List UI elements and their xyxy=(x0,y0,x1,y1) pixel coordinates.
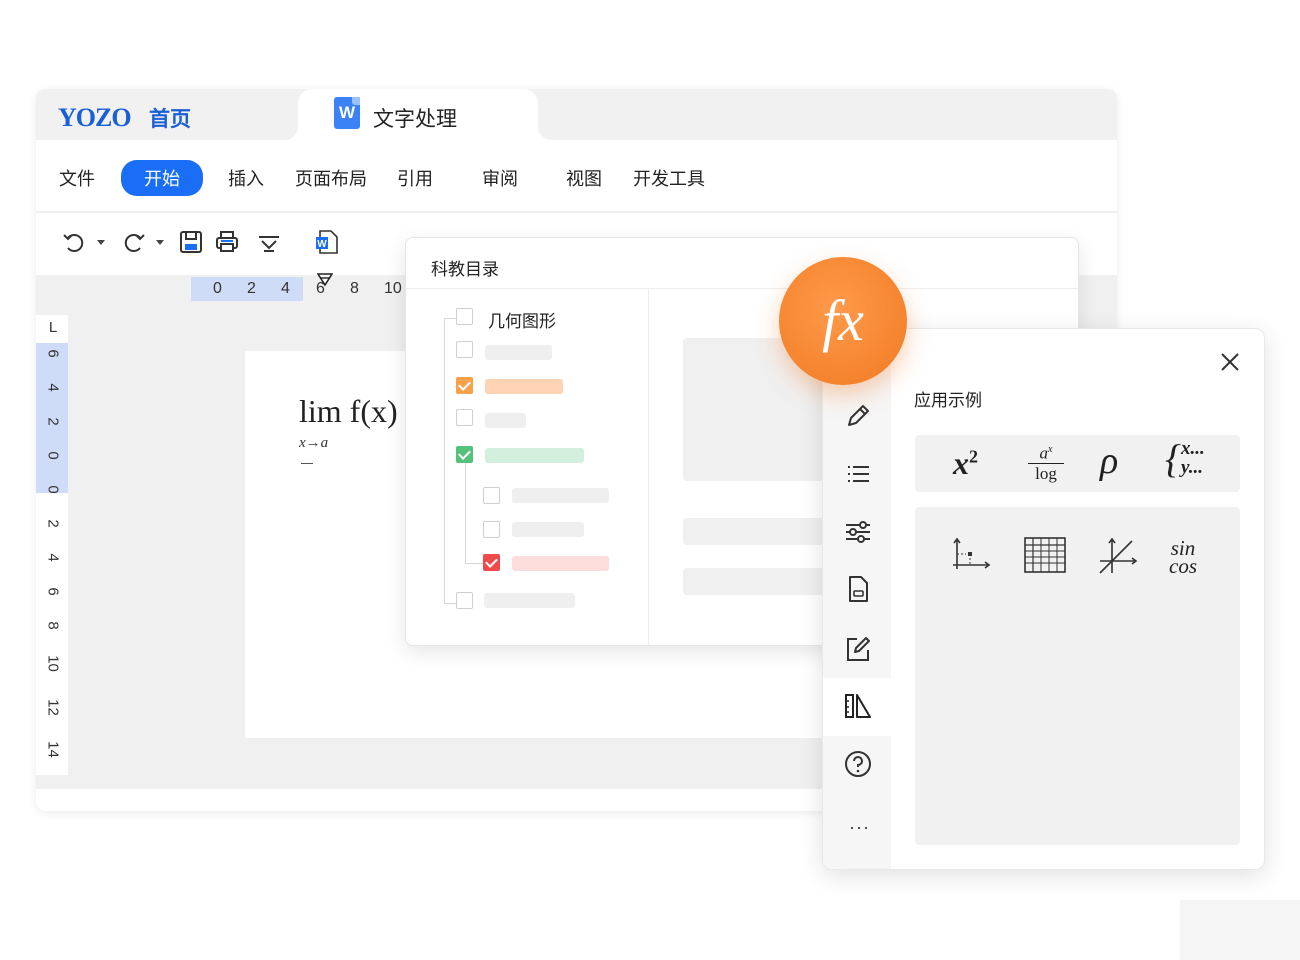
superscript-symbol[interactable]: x2 xyxy=(953,445,978,482)
redo-icon[interactable] xyxy=(121,229,147,255)
save-icon[interactable] xyxy=(178,229,204,255)
close-icon[interactable] xyxy=(1216,348,1244,376)
ruler-tick: 4 xyxy=(44,383,62,392)
menu-bar: 文件 开始 插入 页面布局 引用 审阅 视图 开发工具 xyxy=(36,140,1117,212)
menu-review[interactable]: 审阅 xyxy=(482,165,518,191)
trig-functions-symbol[interactable]: sin cos xyxy=(1169,538,1197,578)
ruler-tick: 2 xyxy=(44,417,62,426)
print-icon[interactable] xyxy=(214,229,240,255)
svg-text:W: W xyxy=(317,239,327,250)
divider xyxy=(406,288,1078,289)
tree-item-placeholder[interactable] xyxy=(485,345,552,360)
formula-sidebar: ··· xyxy=(823,329,891,869)
ruler-tick: 6 xyxy=(44,349,62,358)
ruler-tick: 10 xyxy=(384,280,402,297)
undo-dropdown-icon[interactable] xyxy=(97,240,105,245)
tree-line xyxy=(444,318,445,603)
exponent-log-symbol[interactable]: ax log xyxy=(1028,441,1064,484)
ruler-tick: 14 xyxy=(44,741,62,758)
tree-item-placeholder[interactable] xyxy=(512,488,609,503)
tree-line xyxy=(444,603,456,604)
ruler-tick: 4 xyxy=(44,553,62,562)
menu-view[interactable]: 视图 xyxy=(566,165,602,191)
axis-angle-icon[interactable] xyxy=(1098,535,1138,575)
undo-icon[interactable] xyxy=(61,229,87,255)
format-icon[interactable] xyxy=(256,229,282,255)
word-doc-icon[interactable]: W xyxy=(314,229,340,255)
redo-dropdown-icon[interactable] xyxy=(156,240,164,245)
tree-checkbox[interactable] xyxy=(483,487,500,504)
menu-references[interactable]: 引用 xyxy=(397,165,433,191)
brace-system-symbol[interactable]: { x... y... xyxy=(1165,439,1205,479)
tree-checkbox[interactable] xyxy=(483,521,500,538)
tree-item-placeholder[interactable] xyxy=(484,593,575,608)
ruler-tick: 6 xyxy=(44,587,62,596)
tab-label: 文字处理 xyxy=(373,108,457,131)
symbol-grid: sin cos xyxy=(915,507,1240,845)
tree-item-placeholder[interactable] xyxy=(512,556,609,571)
tree-item-geometry[interactable]: 几何图形 xyxy=(488,307,556,332)
more-icon[interactable]: ··· xyxy=(849,817,870,838)
edit-icon[interactable] xyxy=(843,634,873,664)
ruler-tick: 2 xyxy=(44,519,62,528)
ruler-tick: 12 xyxy=(44,699,62,716)
tree-item-placeholder[interactable] xyxy=(512,522,584,537)
formula-limit[interactable]: lim f(x) xyxy=(299,393,398,430)
tree-checkbox[interactable] xyxy=(456,592,473,609)
tree-checkbox-checked[interactable] xyxy=(483,554,500,571)
table-icon[interactable] xyxy=(1023,535,1067,575)
ruler-tick: 4 xyxy=(281,280,290,297)
background-corner xyxy=(1180,900,1300,960)
pencil-icon[interactable] xyxy=(843,401,873,431)
tree-line xyxy=(465,563,483,564)
ruler-tick: 0 xyxy=(44,451,62,460)
ruler-tick: 10 xyxy=(44,655,62,672)
ruler-tick: 0 xyxy=(44,485,62,494)
yozo-logo[interactable]: YOZO xyxy=(58,103,132,133)
panel-title: 科教目录 xyxy=(431,260,499,279)
ruler-triangle-icon[interactable] xyxy=(843,691,873,721)
trig-cos-label: cos xyxy=(1169,554,1197,578)
word-doc-icon: W xyxy=(334,97,360,129)
menu-file[interactable]: 文件 xyxy=(59,165,95,191)
ruler-tick: 2 xyxy=(247,280,256,297)
tab-home[interactable]: 首页 xyxy=(149,103,191,133)
tree-checkbox-checked[interactable] xyxy=(456,377,473,394)
tab-word-processing[interactable]: W 文字处理 xyxy=(284,89,552,140)
panel-title: 应用示例 xyxy=(914,391,982,410)
tree-line xyxy=(465,463,466,563)
divider xyxy=(648,288,649,645)
menu-start[interactable]: 开始 xyxy=(121,160,203,196)
tree-checkbox[interactable] xyxy=(456,409,473,426)
document-icon[interactable] xyxy=(843,574,873,604)
tree-item-placeholder[interactable] xyxy=(485,413,526,428)
fx-badge-icon[interactable]: fx xyxy=(779,257,907,385)
menu-developer-tools[interactable]: 开发工具 xyxy=(633,165,705,191)
coordinate-icon[interactable] xyxy=(951,535,991,575)
ruler-tick: 8 xyxy=(350,280,359,297)
indent-marker-icon[interactable] xyxy=(317,273,333,287)
tree-item-placeholder[interactable] xyxy=(485,379,563,394)
tab-bar: YOZO 首页 W 文字处理 xyxy=(36,89,1117,140)
greek-rho-symbol[interactable]: ρ xyxy=(1100,439,1118,483)
formula-panel: ··· 应用示例 x2 ax log ρ { x... y... sin cos xyxy=(822,328,1265,870)
ruler-corner: L xyxy=(48,319,58,336)
ruler-tick: 8 xyxy=(44,621,62,630)
formula-limit-subscript: x→a xyxy=(299,435,329,451)
menu-insert[interactable]: 插入 xyxy=(228,165,264,191)
tree-line xyxy=(444,318,456,319)
tree-checkbox-checked[interactable] xyxy=(456,446,473,463)
tree-checkbox[interactable] xyxy=(456,308,473,325)
menu-page-layout[interactable]: 页面布局 xyxy=(295,165,367,191)
sliders-icon[interactable] xyxy=(843,517,873,547)
text-cursor xyxy=(301,463,313,464)
help-icon[interactable] xyxy=(843,749,873,779)
tree-checkbox[interactable] xyxy=(456,341,473,358)
ruler-tick: 0 xyxy=(213,280,222,297)
vertical-ruler[interactable]: L 6 4 2 0 0 2 4 6 8 10 12 14 xyxy=(36,315,68,775)
symbol-category-row: x2 ax log ρ { x... y... xyxy=(915,435,1240,492)
horizontal-ruler[interactable]: 0 2 4 6 8 10 xyxy=(191,273,421,301)
tree-item-placeholder[interactable] xyxy=(485,448,584,463)
list-icon[interactable] xyxy=(843,459,873,489)
